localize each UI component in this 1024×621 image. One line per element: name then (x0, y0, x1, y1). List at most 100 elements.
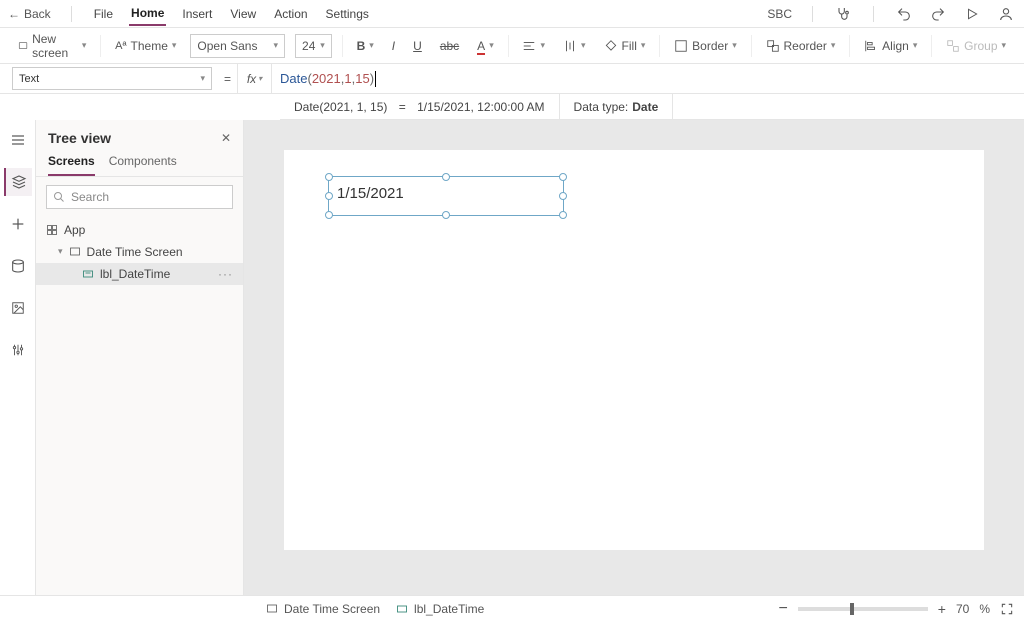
theme-label: Theme (131, 39, 168, 53)
italic-button[interactable]: I (388, 37, 399, 55)
theme-button[interactable]: Aª Theme ▾ (111, 37, 180, 55)
left-rail (0, 120, 36, 595)
rail-data[interactable] (4, 252, 32, 280)
menu-insert[interactable]: Insert (180, 3, 214, 25)
search-input[interactable]: Search (46, 185, 233, 209)
align-horizontal-button[interactable]: ▾ (518, 37, 549, 55)
font-color-button[interactable]: A ▾ (473, 37, 498, 55)
undo-icon[interactable] (894, 4, 914, 24)
resize-handle[interactable] (442, 211, 450, 219)
reorder-label: Reorder (784, 39, 827, 53)
menu-file[interactable]: File (92, 3, 115, 25)
tree-screen-row[interactable]: ▾ Date Time Screen (36, 241, 243, 263)
divider (873, 6, 874, 22)
divider (71, 6, 72, 22)
chevron-down-icon: ▾ (258, 74, 262, 83)
resize-handle[interactable] (325, 211, 333, 219)
formula-bar: Text ▾ = fx▾ Date(2021, 1, 15) (0, 64, 1024, 94)
menu-home[interactable]: Home (129, 2, 166, 26)
equals-symbol: = (218, 64, 238, 93)
rail-hamburger[interactable] (4, 126, 32, 154)
resize-handle[interactable] (559, 173, 567, 181)
tab-screens[interactable]: Screens (48, 154, 95, 176)
font-size-value: 24 (302, 39, 315, 53)
stethoscope-icon[interactable] (833, 4, 853, 24)
new-screen-button[interactable]: New screen ▾ (14, 30, 90, 62)
zoom-out-button[interactable]: − (778, 600, 787, 618)
chevron-down-icon: ▾ (200, 73, 205, 84)
resize-handle[interactable] (559, 192, 567, 200)
back-label: Back (24, 7, 51, 21)
rail-media[interactable] (4, 294, 32, 322)
underline-button[interactable]: U (409, 37, 426, 55)
align-button[interactable]: Align ▾ (860, 37, 921, 55)
reorder-button[interactable]: Reorder ▾ (762, 37, 840, 55)
menu-action[interactable]: Action (272, 3, 309, 25)
font-select[interactable]: Open Sans ▾ (190, 34, 285, 58)
user-initials[interactable]: SBC (767, 7, 792, 21)
back-button[interactable]: ← Back (8, 7, 51, 21)
screen-canvas[interactable]: 1/15/2021 (284, 150, 984, 550)
group-button: Group ▾ (942, 37, 1010, 55)
menu-settings[interactable]: Settings (324, 3, 371, 25)
chevron-down-icon: ▾ (369, 40, 374, 51)
divider (751, 35, 752, 57)
font-size-select[interactable]: 24 ▾ (295, 34, 332, 58)
resize-handle[interactable] (325, 192, 333, 200)
tree-control-row[interactable]: lbl_DateTime ··· (36, 263, 243, 285)
font-value: Open Sans (197, 39, 257, 53)
strikethrough-button[interactable]: abc (436, 37, 463, 55)
breadcrumb-screen[interactable]: Date Time Screen (266, 602, 380, 616)
app-icon (46, 224, 58, 236)
user-icon[interactable] (996, 4, 1016, 24)
fx-icon: fx (247, 72, 256, 86)
zoom-value: 70 (956, 602, 969, 616)
resize-handle[interactable] (442, 173, 450, 181)
formula-result-bar: Date(2021, 1, 15) = 1/15/2021, 12:00:00 … (280, 94, 1024, 120)
redo-icon[interactable] (928, 4, 948, 24)
align-label: Align (882, 39, 909, 53)
result-type: Data type: Date (560, 94, 674, 119)
zoom-in-button[interactable]: + (938, 601, 946, 617)
main-area: Tree view ✕ Screens Components Search Ap… (0, 120, 1024, 595)
breadcrumb-control[interactable]: lbl_DateTime (396, 602, 484, 616)
zoom-slider[interactable] (798, 607, 928, 611)
more-icon[interactable]: ··· (218, 267, 233, 281)
fit-screen-icon[interactable] (1000, 602, 1014, 616)
fill-button[interactable]: Fill ▾ (600, 37, 650, 55)
formula-input[interactable]: Date(2021, 1, 15) (272, 64, 1024, 93)
chevron-down-icon: ▾ (581, 40, 586, 51)
tree-view-panel: Tree view ✕ Screens Components Search Ap… (36, 120, 244, 595)
divider (508, 35, 509, 57)
rail-insert[interactable] (4, 210, 32, 238)
rail-tree-view[interactable] (4, 168, 32, 196)
rail-advanced[interactable] (4, 336, 32, 364)
divider (659, 35, 660, 57)
resize-handle[interactable] (559, 211, 567, 219)
border-label: Border (692, 39, 728, 53)
tree-app-row[interactable]: App (36, 219, 243, 241)
canvas-area[interactable]: 1/15/2021 (244, 120, 1024, 595)
resize-handle[interactable] (325, 173, 333, 181)
result-expression: Date(2021, 1, 15) = 1/15/2021, 12:00:00 … (280, 94, 560, 119)
close-icon[interactable]: ✕ (221, 131, 231, 145)
menu-view[interactable]: View (228, 3, 258, 25)
fx-button[interactable]: fx▾ (238, 64, 272, 93)
chevron-down-icon: ▾ (641, 40, 646, 51)
play-icon[interactable] (962, 4, 982, 24)
label-icon (396, 603, 408, 615)
divider (100, 35, 101, 57)
align-vertical-button[interactable]: ▾ (559, 37, 590, 55)
text-cursor (375, 71, 376, 87)
divider (931, 35, 932, 57)
chevron-down-icon: ▾ (273, 40, 278, 51)
selected-label-control[interactable]: 1/15/2021 (328, 176, 564, 216)
chevron-down-icon: ▾ (320, 40, 325, 51)
border-button[interactable]: Border ▾ (670, 37, 741, 55)
chevron-down-icon: ▾ (913, 40, 918, 51)
bold-button[interactable]: B▾ (353, 37, 378, 55)
property-select[interactable]: Text ▾ (12, 67, 212, 90)
tab-components[interactable]: Components (109, 154, 177, 176)
screen-icon (69, 246, 81, 258)
tree-app-label: App (64, 223, 85, 237)
